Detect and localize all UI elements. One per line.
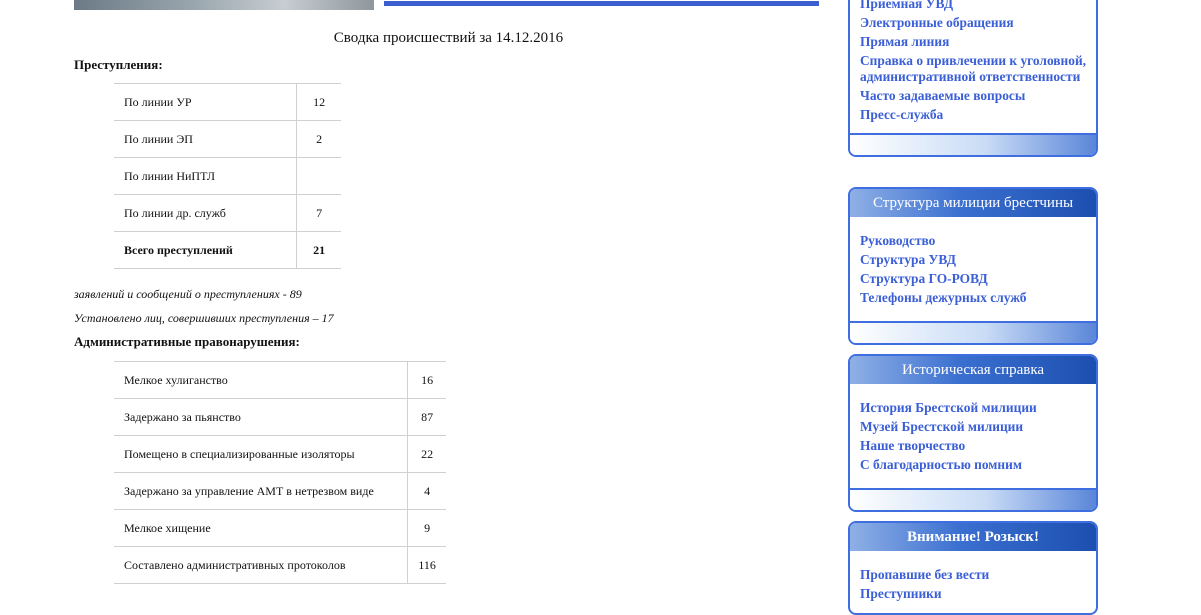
sidebar-link-history[interactable]: История Брестской милиции bbox=[860, 400, 1086, 416]
sidebar-block-title: Внимание! Розыск! bbox=[850, 523, 1096, 551]
row-label: Задержано за пьянство bbox=[114, 398, 408, 436]
table-row: Мелкое хищение 9 bbox=[114, 509, 446, 547]
sidebar-block-footer bbox=[850, 321, 1096, 343]
crimes-heading: Преступления: bbox=[74, 57, 163, 72]
sidebar-link-creativity[interactable]: Наше творчество bbox=[860, 438, 1086, 454]
table-row: Составлено административных протоколов 1… bbox=[114, 546, 446, 584]
persons-line: Установлено лиц, совершивших преступлени… bbox=[74, 311, 334, 325]
sidebar-link-press[interactable]: Пресс-служба bbox=[860, 107, 1086, 123]
sidebar-block-title: Структура милиции брестчины bbox=[850, 189, 1096, 217]
sidebar-link-rovd-structure[interactable]: Структура ГО-РОВД bbox=[860, 271, 1086, 287]
sidebar-block-title: Историческая справка bbox=[850, 356, 1096, 384]
row-value: 4 bbox=[407, 472, 446, 510]
table-row: Задержано за управление АМТ в нетрезвом … bbox=[114, 472, 446, 510]
row-value: 12 bbox=[296, 83, 341, 121]
sidebar-link-museum[interactable]: Музей Брестской милиции bbox=[860, 419, 1086, 435]
sidebar-link-hotline[interactable]: Прямая линия bbox=[860, 34, 1086, 50]
sidebar-link-duty-phones[interactable]: Телефоны дежурных служб bbox=[860, 290, 1086, 306]
sidebar-link-reception[interactable]: Приемная УВД bbox=[860, 0, 1086, 12]
header-divider-bar bbox=[384, 1, 819, 6]
sidebar-block-services: Приемная УВД Электронные обращения Пряма… bbox=[848, 0, 1098, 157]
sidebar-block-footer bbox=[850, 488, 1096, 510]
row-value: 116 bbox=[407, 546, 446, 584]
admin-heading: Административные правонарушения: bbox=[74, 334, 300, 349]
row-value: 87 bbox=[407, 398, 446, 436]
table-row-total: Всего преступлений 21 bbox=[114, 231, 341, 269]
sidebar-link-faq[interactable]: Часто задаваемые вопросы bbox=[860, 88, 1086, 104]
row-value: 22 bbox=[407, 435, 446, 473]
row-label: Составлено административных протоколов bbox=[114, 546, 408, 584]
table-row: По линии УР 12 bbox=[114, 83, 341, 121]
sidebar-link-uvd-structure[interactable]: Структура УВД bbox=[860, 252, 1086, 268]
row-label: Мелкое хищение bbox=[114, 509, 408, 547]
row-value: 9 bbox=[407, 509, 446, 547]
table-row: По линии ЭП 2 bbox=[114, 120, 341, 158]
table-row: По линии др. служб 7 bbox=[114, 194, 341, 232]
row-value bbox=[296, 157, 341, 195]
row-label: По линии УР bbox=[114, 83, 297, 121]
row-value: 21 bbox=[296, 231, 341, 269]
sidebar-block-structure: Структура милиции брестчины Руководство … bbox=[848, 187, 1098, 345]
sidebar-link-missing[interactable]: Пропавшие без вести bbox=[860, 567, 1086, 583]
sidebar-link-criminals[interactable]: Преступники bbox=[860, 586, 1086, 602]
row-value: 7 bbox=[296, 194, 341, 232]
sidebar-link-leadership[interactable]: Руководство bbox=[860, 233, 1086, 249]
admin-table: Мелкое хулиганство 16 Задержано за пьянс… bbox=[114, 361, 446, 584]
row-label: По линии НиПТЛ bbox=[114, 157, 297, 195]
table-row: Мелкое хулиганство 16 bbox=[114, 361, 446, 399]
row-value: 2 bbox=[296, 120, 341, 158]
table-row: Помещено в специализированные изоляторы … bbox=[114, 435, 446, 473]
sidebar-link-certificate[interactable]: Справка о привлечении к уголовной, админ… bbox=[860, 53, 1086, 85]
row-label: Задержано за управление АМТ в нетрезвом … bbox=[114, 472, 408, 510]
row-label: Помещено в специализированные изоляторы bbox=[114, 435, 408, 473]
reports-line: заявлений и сообщений о преступлениях - … bbox=[74, 287, 302, 301]
crimes-table: По линии УР 12 По линии ЭП 2 По линии Ни… bbox=[114, 83, 341, 269]
row-value: 16 bbox=[407, 361, 446, 399]
sidebar-block-footer bbox=[850, 133, 1096, 155]
row-label: Всего преступлений bbox=[114, 231, 297, 269]
page-title: Сводка происшествий за 14.12.2016 bbox=[333, 30, 564, 46]
table-row: Задержано за пьянство 87 bbox=[114, 398, 446, 436]
sidebar-link-e-appeals[interactable]: Электронные обращения bbox=[860, 15, 1086, 31]
sidebar-block-history: Историческая справка История Брестской м… bbox=[848, 354, 1098, 512]
row-label: По линии ЭП bbox=[114, 120, 297, 158]
row-label: По линии др. служб bbox=[114, 194, 297, 232]
header-photo bbox=[74, 0, 374, 10]
row-label: Мелкое хулиганство bbox=[114, 361, 408, 399]
sidebar-link-remember[interactable]: С благодарностью помним bbox=[860, 457, 1086, 473]
table-row: По линии НиПТЛ bbox=[114, 157, 341, 195]
